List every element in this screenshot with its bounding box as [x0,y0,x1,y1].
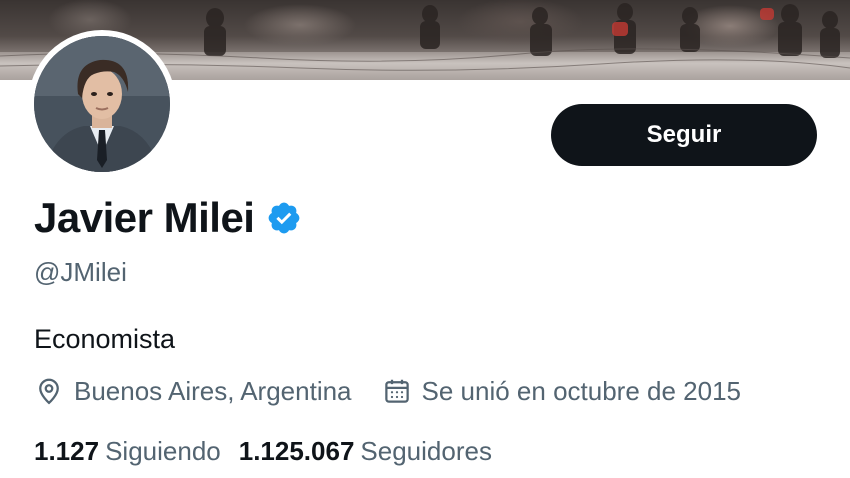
followers-count: 1.125.067 [238,436,355,466]
profile-avatar-frame[interactable] [28,30,176,178]
profile-location: Buenos Aires, Argentina [34,374,352,408]
avatar-portrait [34,36,170,172]
calendar-icon [382,376,412,406]
following-link[interactable]: 1.127 Siguiendo [34,434,221,468]
profile-bio: Economista [34,324,176,354]
profile-name-row: Javier Milei [34,192,302,244]
following-count: 1.127 [34,436,100,466]
profile-display-name: Javier Milei [34,194,255,241]
location-pin-icon [34,376,64,406]
following-label: Siguiendo [105,436,221,466]
follow-button[interactable]: Seguir [551,104,817,166]
profile-stats-row: 1.127 Siguiendo 1.125.067 Seguidores [34,434,492,468]
avatar[interactable] [34,36,170,172]
profile-page: Seguir Javier Milei @JMilei Economista B… [0,0,850,478]
followers-link[interactable]: 1.125.067 Seguidores [239,434,492,468]
profile-handle: @JMilei [34,257,127,287]
profile-meta-row: Buenos Aires, Argentina Se unió en octub… [34,374,741,408]
verified-badge-icon[interactable] [266,200,302,236]
profile-location-text: Buenos Aires, Argentina [74,376,352,406]
profile-join-date: Se unió en octubre de 2015 [382,374,741,408]
profile-join-date-text: Se unió en octubre de 2015 [421,376,742,406]
followers-label: Seguidores [360,436,492,466]
